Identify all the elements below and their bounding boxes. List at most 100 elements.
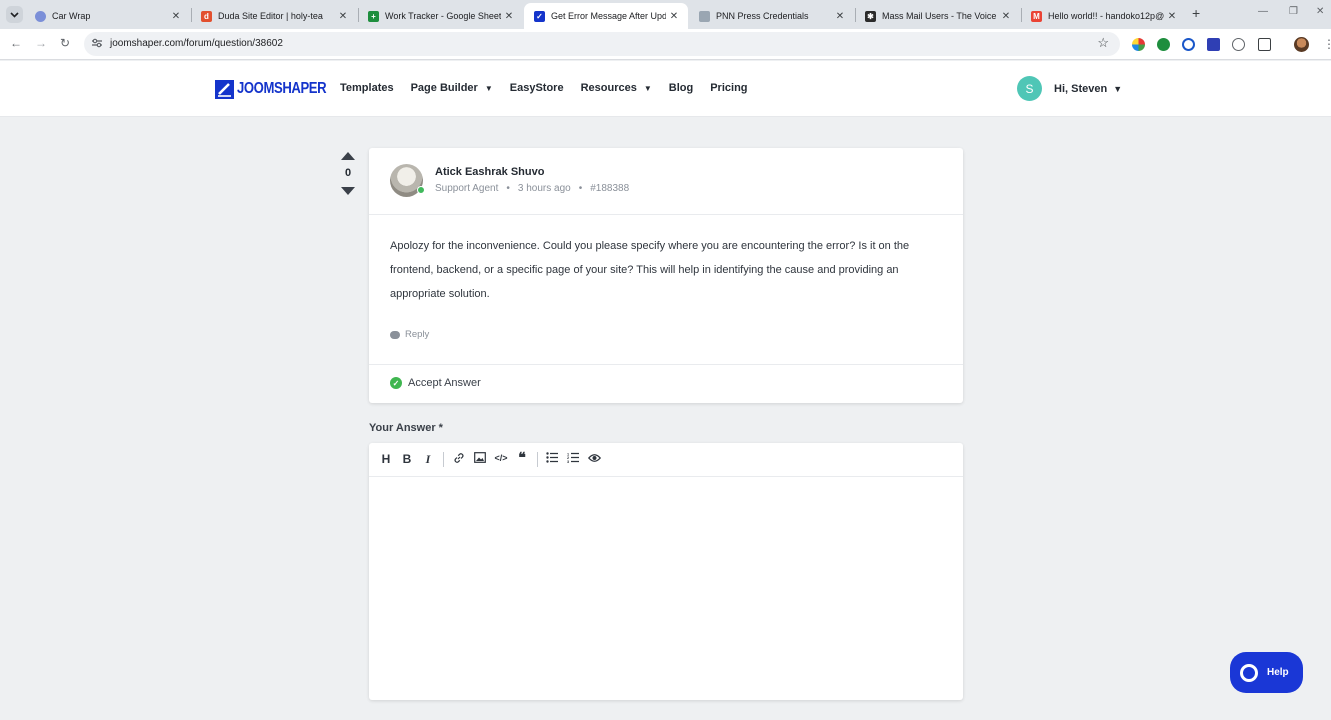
profile-avatar[interactable] xyxy=(1294,37,1309,52)
browser-tab[interactable]: PNN Press Credentials ✕ xyxy=(689,3,854,29)
meta-separator: • xyxy=(578,183,583,194)
duda-favicon-icon: d xyxy=(201,10,212,22)
tab-title: Get Error Message After Updat xyxy=(551,11,666,21)
link-extension-icon[interactable] xyxy=(1232,38,1245,51)
chevron-down-icon: ▼ xyxy=(484,83,493,93)
minimize-icon[interactable]: — xyxy=(1258,6,1268,17)
browser-tab-strip: Car Wrap ✕ d Duda Site Editor | holy-tea… xyxy=(0,0,1331,29)
close-icon[interactable]: ✕ xyxy=(168,11,184,22)
comment-icon xyxy=(390,330,400,339)
italic-icon[interactable]: I xyxy=(420,452,436,467)
toolbar-separator xyxy=(537,452,538,467)
close-window-icon[interactable]: ✕ xyxy=(1316,6,1324,17)
nav-templates[interactable]: Templates xyxy=(340,82,394,94)
help-label: Help xyxy=(1267,667,1289,678)
close-icon[interactable]: ✕ xyxy=(998,11,1014,22)
downvote-arrow-icon[interactable] xyxy=(341,187,355,195)
browser-tab[interactable]: + Work Tracker - Google Sheets ✕ xyxy=(358,3,523,29)
restore-icon[interactable]: ❐ xyxy=(1289,6,1298,17)
tab-title: Mass Mail Users - The Voice of xyxy=(882,11,998,21)
help-lifebuoy-icon xyxy=(1240,663,1258,682)
password-extension-icon[interactable] xyxy=(1182,38,1195,51)
browser-tab-active[interactable]: ✓ Get Error Message After Updat ✕ xyxy=(524,3,688,29)
preview-eye-icon[interactable] xyxy=(586,452,602,466)
chevron-down-icon: ▼ xyxy=(1113,84,1123,94)
post-time: 3 hours ago xyxy=(517,183,571,194)
nav-label: Page Builder xyxy=(410,82,478,94)
user-greeting-label: Hi, Steven xyxy=(1054,83,1108,95)
close-icon[interactable]: ✕ xyxy=(335,11,351,22)
car-wrap-favicon-icon xyxy=(35,10,46,22)
forward-arrow-icon[interactable]: → xyxy=(35,36,47,50)
joomla-favicon-icon: ✱ xyxy=(865,10,876,22)
svg-text:3: 3 xyxy=(567,460,569,463)
bullet-list-icon[interactable] xyxy=(544,452,560,466)
arrow-extension-icon[interactable] xyxy=(1207,38,1220,51)
nav-label: Blog xyxy=(668,82,694,94)
help-button[interactable]: Help xyxy=(1230,652,1303,693)
accept-answer-button[interactable]: ✓ Accept Answer xyxy=(390,377,481,389)
browser-tab[interactable]: M Hello world!! - handoko12p@g ✕ xyxy=(1021,3,1186,29)
image-icon[interactable] xyxy=(472,452,488,466)
back-arrow-icon[interactable]: ← xyxy=(10,36,22,50)
browser-tab[interactable]: d Duda Site Editor | holy-tea ✕ xyxy=(191,3,357,29)
nav-label: Resources xyxy=(580,82,637,94)
tab-title: Hello world!! - handoko12p@g xyxy=(1048,11,1164,21)
nav-blog[interactable]: Blog xyxy=(669,82,693,94)
nav-resources[interactable]: Resources ▼ xyxy=(581,82,652,94)
answer-editor: H B I </> ❝ 123 xyxy=(369,443,963,700)
nav-label: Pricing xyxy=(710,82,748,94)
author-meta: Support Agent • 3 hours ago • #188388 xyxy=(435,183,629,194)
quote-icon[interactable]: ❝ xyxy=(514,449,530,466)
browser-menu-icon[interactable]: ⋮ xyxy=(1323,37,1331,51)
browser-tab[interactable]: Car Wrap ✕ xyxy=(25,3,190,29)
close-icon[interactable]: ✕ xyxy=(501,11,517,22)
answer-body: Apolozy for the inconvenience. Could you… xyxy=(390,240,910,300)
close-icon[interactable]: ✕ xyxy=(832,11,848,22)
link-icon[interactable] xyxy=(451,452,467,467)
reload-icon[interactable]: ↻ xyxy=(60,36,70,50)
user-menu[interactable]: Hi, Steven ▼ xyxy=(1054,83,1122,95)
tab-title: Work Tracker - Google Sheets xyxy=(385,11,501,21)
reply-button[interactable]: Reply xyxy=(390,329,429,340)
editor-toolbar: H B I </> ❝ 123 xyxy=(369,443,963,477)
your-answer-label: Your Answer * xyxy=(369,422,443,434)
nav-easystore[interactable]: EasyStore xyxy=(510,82,564,94)
browser-tab[interactable]: ✱ Mass Mail Users - The Voice of ✕ xyxy=(855,3,1020,29)
url-text[interactable]: joomshaper.com/forum/question/38602 xyxy=(110,38,283,49)
vote-count: 0 xyxy=(344,167,352,179)
numbered-list-icon[interactable]: 123 xyxy=(565,452,581,466)
chevron-down-icon: ▼ xyxy=(643,83,652,93)
address-bar[interactable]: joomshaper.com/forum/question/38602 ☆ xyxy=(84,32,1120,56)
close-icon[interactable]: ✕ xyxy=(1164,11,1180,22)
joomshaper-logo[interactable]: JOOMSHAPER xyxy=(215,79,346,99)
post-id[interactable]: #188388 xyxy=(590,183,629,194)
tab-title: Car Wrap xyxy=(52,11,91,21)
grammarly-extension-icon[interactable] xyxy=(1157,38,1170,51)
tab-title: Duda Site Editor | holy-tea xyxy=(218,11,323,21)
answer-textarea[interactable] xyxy=(369,478,963,700)
extensions-puzzle-icon[interactable] xyxy=(1258,38,1271,51)
author-role: Support Agent xyxy=(435,183,499,194)
pnn-favicon-icon xyxy=(699,10,710,22)
user-avatar[interactable]: S xyxy=(1017,76,1042,101)
heading-icon[interactable]: H xyxy=(378,452,394,466)
bookmark-star-icon[interactable]: ☆ xyxy=(1097,35,1109,51)
color-extension-icon[interactable] xyxy=(1132,38,1145,51)
main-nav: Templates Page Builder ▼ EasyStore Resour… xyxy=(340,82,765,94)
tab-search-button[interactable] xyxy=(6,6,23,23)
divider xyxy=(369,214,963,215)
answer-card: Atick Eashrak Shuvo Support Agent • 3 ho… xyxy=(369,148,963,403)
bold-icon[interactable]: B xyxy=(399,452,415,466)
author-name[interactable]: Atick Eashrak Shuvo xyxy=(435,166,544,178)
nav-pricing[interactable]: Pricing xyxy=(710,82,747,94)
nav-page-builder[interactable]: Page Builder ▼ xyxy=(411,82,493,94)
close-icon[interactable]: ✕ xyxy=(666,11,682,22)
vote-widget: 0 xyxy=(338,152,358,195)
new-tab-button[interactable]: + xyxy=(1192,5,1200,21)
logo-mark-icon xyxy=(215,79,234,99)
site-settings-icon[interactable] xyxy=(91,37,103,49)
gmail-favicon-icon: M xyxy=(1031,10,1042,22)
code-icon[interactable]: </> xyxy=(493,453,509,463)
upvote-arrow-icon[interactable] xyxy=(341,152,355,160)
